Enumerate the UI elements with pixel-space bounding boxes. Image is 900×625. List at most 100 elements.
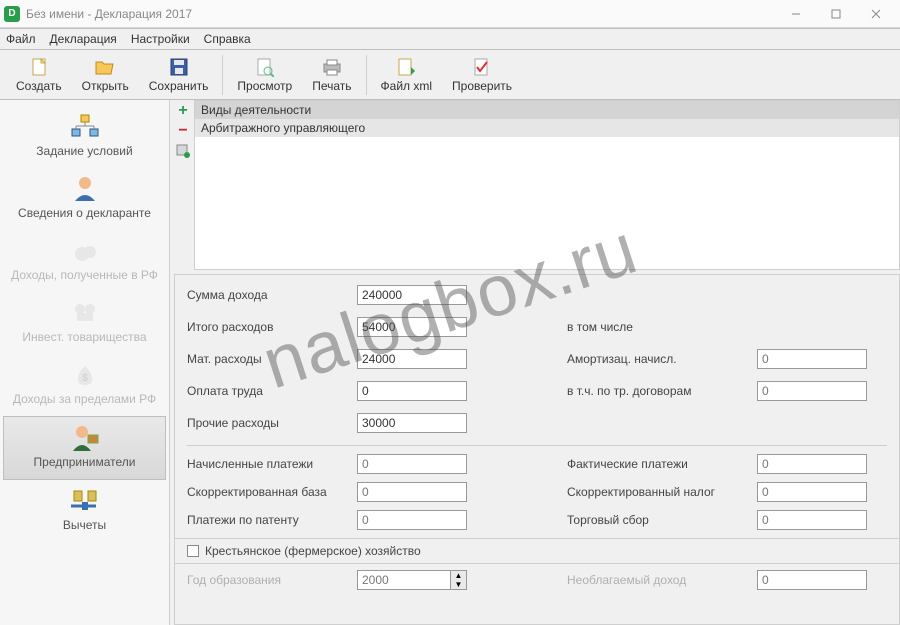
close-icon [871, 9, 881, 19]
accrued-input[interactable] [357, 454, 467, 474]
accrued-label: Начисленные платежи [187, 457, 347, 471]
farm-checkbox[interactable] [187, 545, 199, 557]
toolbar-create-label: Создать [16, 79, 62, 93]
divider [187, 445, 887, 446]
adjusted-base-input[interactable] [357, 482, 467, 502]
menu-help[interactable]: Справка [204, 32, 251, 46]
remove-row-button[interactable]: − [175, 123, 191, 139]
new-file-icon [29, 57, 49, 77]
toolbar-file-xml[interactable]: Файл xml [371, 55, 443, 95]
other-expenses-label: Прочие расходы [187, 416, 347, 430]
titlebar: D Без имени - Декларация 2017 [0, 0, 900, 28]
entrepreneur-icon [70, 423, 100, 451]
contracts-label: в т.ч. по тр. договорам [567, 384, 747, 398]
xml-file-icon [396, 57, 416, 77]
menu-settings[interactable]: Настройки [131, 32, 190, 46]
dollar-bag-icon: $ [70, 360, 100, 388]
sidebar-item-label: Предприниматели [34, 455, 136, 469]
toolbar-save-label: Сохранить [149, 79, 209, 93]
sidebar-item-income-rf[interactable]: Доходы, полученные в РФ [0, 230, 169, 292]
toolbar-create[interactable]: Создать [6, 55, 72, 95]
amort-input[interactable] [757, 349, 867, 369]
sum-income-input[interactable] [357, 285, 467, 305]
sidebar: Задание условий Сведения о декларанте До… [0, 100, 170, 625]
minus-icon: − [178, 123, 187, 139]
toolbar-print-label: Печать [312, 79, 351, 93]
print-icon [322, 57, 342, 77]
menu-file[interactable]: Файл [6, 32, 36, 46]
nontax-label: Необлагаемый доход [567, 573, 747, 587]
including-label: в том числе [567, 320, 747, 334]
minimize-button[interactable] [776, 0, 816, 28]
menubar: Файл Декларация Настройки Справка [0, 28, 900, 50]
save-icon [169, 57, 189, 77]
adjusted-tax-label: Скорректированный налог [567, 485, 747, 499]
sidebar-item-income-foreign[interactable]: $ Доходы за пределами РФ [0, 354, 169, 416]
trade-fee-input[interactable] [757, 510, 867, 530]
list-controls: + − [171, 101, 195, 159]
toolbar-print[interactable]: Печать [302, 55, 361, 95]
toolbar-check[interactable]: Проверить [442, 55, 522, 95]
plus-icon: + [178, 103, 187, 119]
other-expenses-input[interactable] [357, 413, 467, 433]
add-row-button[interactable]: + [175, 103, 191, 119]
window-title: Без имени - Декларация 2017 [26, 7, 192, 21]
form-panel: Сумма дохода Итого расходов в том числе … [174, 274, 900, 625]
toolbar-save[interactable]: Сохранить [139, 55, 219, 95]
toolbar-preview-label: Просмотр [237, 79, 292, 93]
toolbar-open-label: Открыть [82, 79, 129, 93]
actual-input[interactable] [757, 454, 867, 474]
edit-icon [176, 144, 190, 158]
activity-list-row[interactable]: Арбитражного управляющего [195, 119, 899, 137]
year-input[interactable] [357, 570, 451, 590]
folder-open-icon [95, 57, 115, 77]
year-spinner[interactable]: ▲ ▼ [357, 570, 467, 590]
edit-row-button[interactable] [175, 143, 191, 159]
actual-label: Фактические платежи [567, 457, 747, 471]
sidebar-item-label: Сведения о декларанте [18, 206, 151, 220]
menu-declaration[interactable]: Декларация [50, 32, 117, 46]
sidebar-item-label: Вычеты [63, 518, 106, 532]
main-panel: + − Виды деятельности Арбитражного управ… [170, 100, 900, 625]
adjusted-tax-input[interactable] [757, 482, 867, 502]
mat-expenses-label: Мат. расходы [187, 352, 347, 366]
labor-input[interactable] [357, 381, 467, 401]
sidebar-item-label: Доходы, полученные в РФ [11, 268, 158, 282]
maximize-icon [831, 9, 841, 19]
activity-list-header: Виды деятельности [195, 101, 899, 119]
chevron-up-icon[interactable]: ▲ [451, 571, 466, 580]
deductions-icon [70, 486, 100, 514]
activity-list: + − Виды деятельности Арбитражного управ… [194, 100, 900, 270]
sidebar-item-conditions[interactable]: Задание условий [0, 106, 169, 168]
app-icon: D [4, 6, 20, 22]
toolbar-check-label: Проверить [452, 79, 512, 93]
sidebar-item-entrepreneurs[interactable]: Предприниматели [3, 416, 166, 480]
close-button[interactable] [856, 0, 896, 28]
year-label: Год образования [187, 573, 347, 587]
sidebar-item-declarant[interactable]: Сведения о декларанте [0, 168, 169, 230]
total-expenses-input[interactable] [357, 317, 467, 337]
farm-checkbox-row: Крестьянское (фермерское) хозяйство [175, 538, 899, 564]
amort-label: Амортизац. начисл. [567, 352, 747, 366]
patent-label: Платежи по патенту [187, 513, 347, 527]
svg-text:$: $ [82, 373, 88, 384]
sidebar-item-deductions[interactable]: Вычеты [0, 480, 169, 542]
nontax-input[interactable] [757, 570, 867, 590]
hierarchy-icon [70, 112, 100, 140]
sidebar-item-label: Задание условий [36, 144, 132, 158]
patent-input[interactable] [357, 510, 467, 530]
maximize-button[interactable] [816, 0, 856, 28]
toolbar-preview[interactable]: Просмотр [227, 55, 302, 95]
person-icon [70, 174, 100, 202]
farm-checkbox-label: Крестьянское (фермерское) хозяйство [205, 544, 421, 558]
labor-label: Оплата труда [187, 384, 347, 398]
sidebar-item-label: Инвест. товарищества [22, 330, 146, 344]
mat-expenses-input[interactable] [357, 349, 467, 369]
sidebar-item-invest[interactable]: Инвест. товарищества [0, 292, 169, 354]
toolbar-open[interactable]: Открыть [72, 55, 139, 95]
workspace: Задание условий Сведения о декларанте До… [0, 100, 900, 625]
handshake-icon [70, 298, 100, 326]
chevron-down-icon[interactable]: ▼ [451, 580, 466, 589]
adjusted-base-label: Скорректированная база [187, 485, 347, 499]
contracts-input[interactable] [757, 381, 867, 401]
